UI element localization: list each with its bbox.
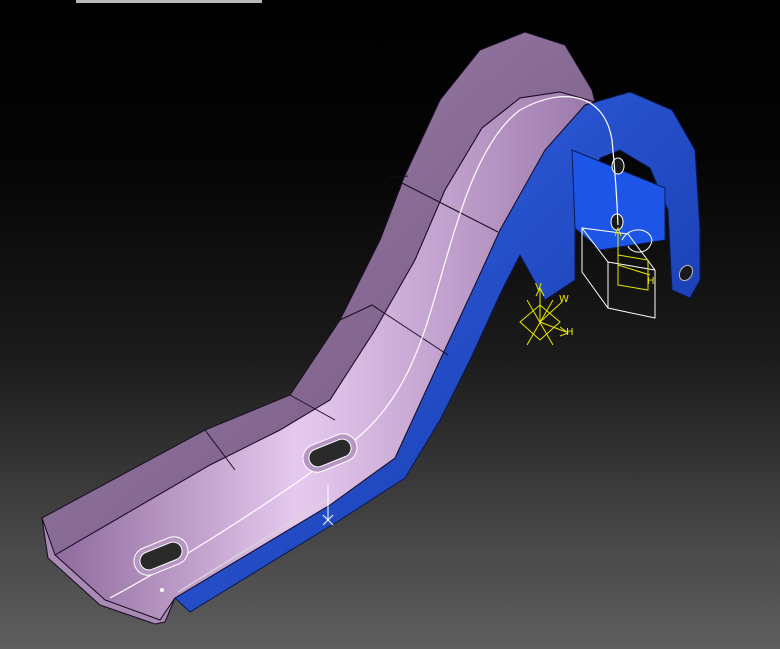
- compass-w-label: W: [559, 294, 569, 305]
- vertex-point: [160, 588, 164, 592]
- cad-scene[interactable]: H V H W: [0, 0, 780, 649]
- 3d-viewport[interactable]: H V H W: [0, 0, 780, 649]
- local-axis-h-label: H: [647, 276, 655, 287]
- tab-hole-lower: [610, 213, 624, 231]
- compass-h-label: H: [566, 327, 574, 338]
- compass-v-label: V: [535, 282, 542, 293]
